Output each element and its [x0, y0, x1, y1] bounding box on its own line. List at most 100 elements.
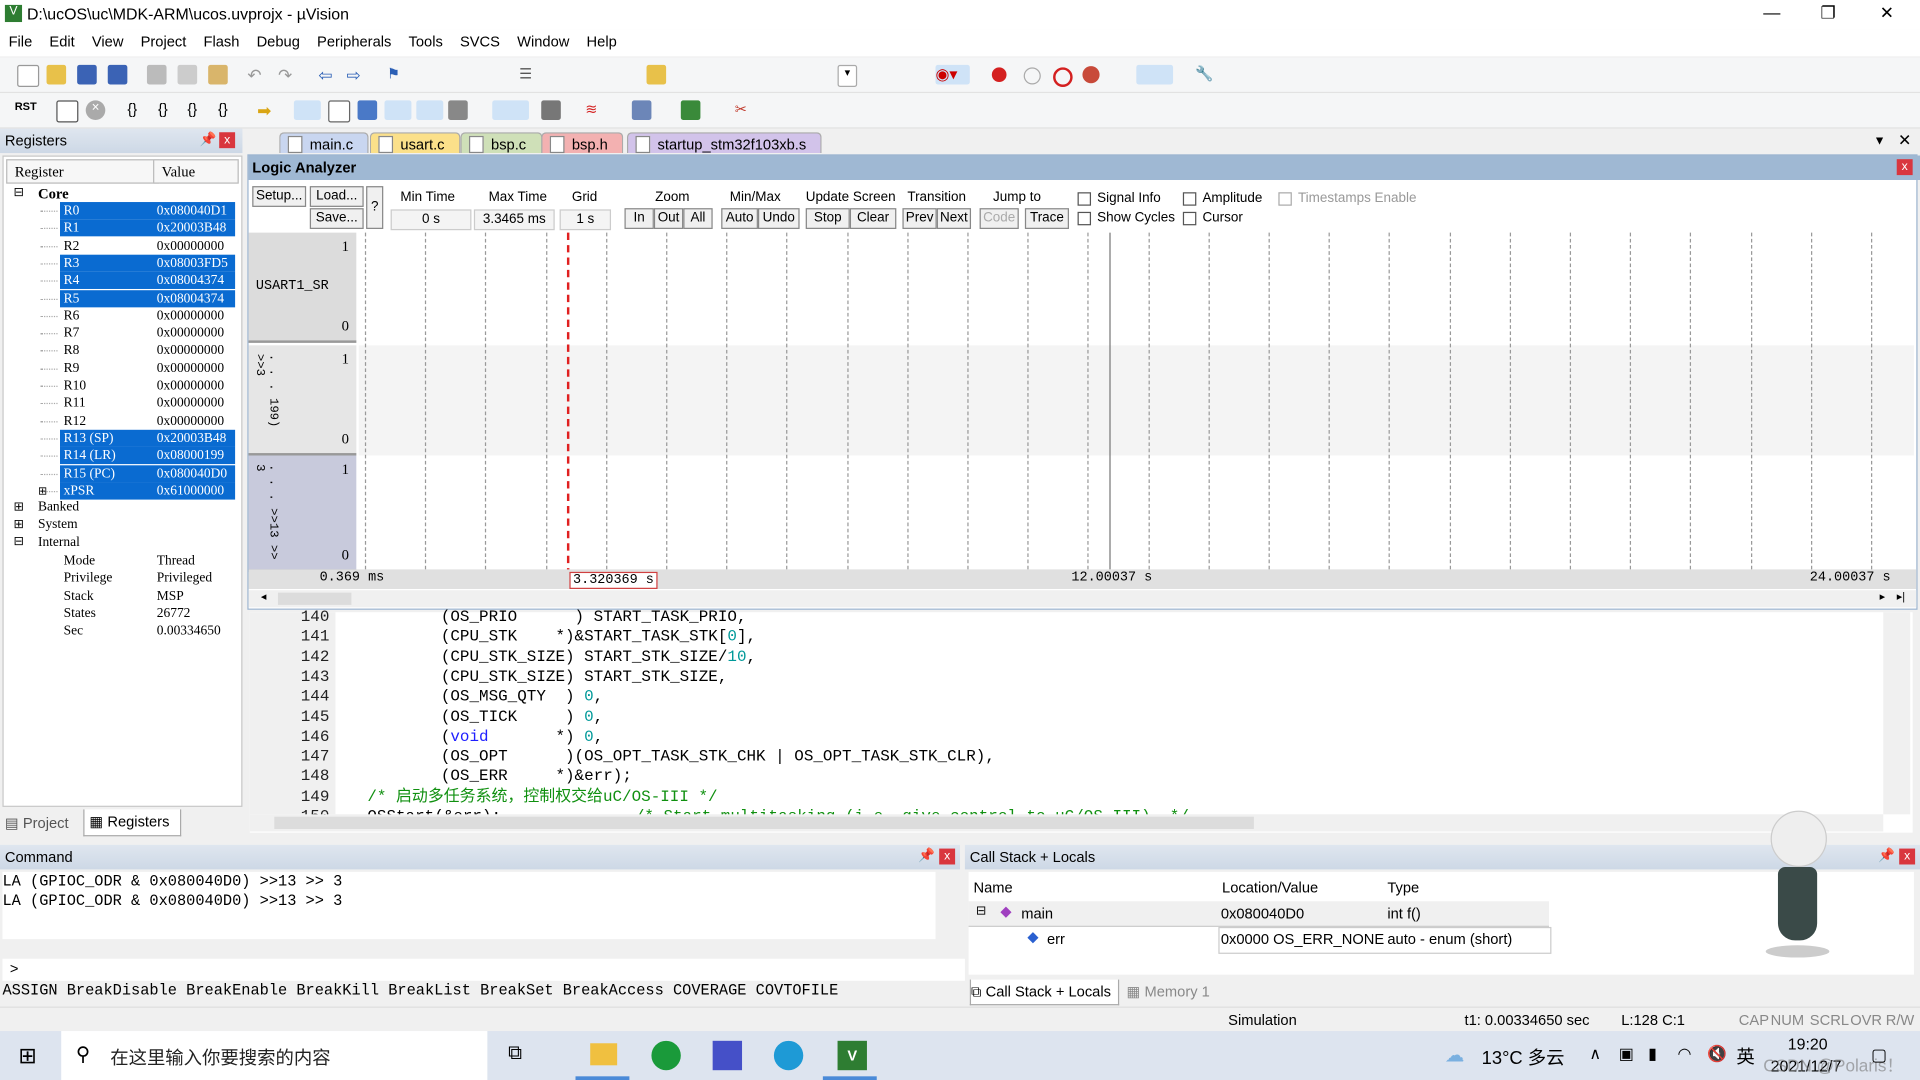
register-value[interactable]: 0x61000000: [157, 482, 224, 499]
register-value[interactable]: 0x00000000: [157, 342, 224, 359]
code-horizontal-scrollbar[interactable]: [249, 814, 1884, 832]
tray-chevron-icon[interactable]: ∧: [1589, 1044, 1601, 1064]
register-row[interactable]: xPSR 0x61000000 ⊞: [4, 482, 237, 500]
register-value[interactable]: 0x08000199: [157, 447, 224, 464]
system-viewer-icon[interactable]: [680, 100, 701, 121]
close-tab-icon[interactable]: ✕: [1898, 131, 1911, 151]
location-column-header[interactable]: Location/Value: [1222, 879, 1318, 896]
setup-button[interactable]: Setup...: [252, 186, 307, 207]
register-row[interactable]: R6 0x00000000: [4, 307, 237, 324]
jump-trace-button[interactable]: Trace: [1024, 208, 1069, 229]
code-editor[interactable]: 140 (OS_PRIO ) START_TASK_PRIO, 141 (CPU_ST…: [249, 607, 1913, 833]
breakpoint-enable-icon[interactable]: [1023, 67, 1041, 85]
register-value[interactable]: 0x00000000: [157, 360, 224, 377]
tab-project[interactable]: ▤ Project: [5, 811, 78, 835]
register-value[interactable]: 0x00000000: [157, 325, 224, 342]
register-row[interactable]: R7 0x00000000: [4, 325, 237, 342]
register-value[interactable]: 0x08004374: [157, 290, 224, 307]
stop-icon[interactable]: ×: [85, 100, 106, 121]
register-row[interactable]: R12 0x00000000: [4, 412, 237, 429]
indent-icon[interactable]: ☰: [519, 65, 539, 85]
disassembly-window-icon[interactable]: [328, 100, 351, 123]
serial-windows-icon[interactable]: [541, 100, 561, 121]
group-banked[interactable]: Banked: [38, 500, 79, 515]
tab-registers[interactable]: ▦ Registers: [83, 809, 182, 837]
tab-callstack[interactable]: ⧉ Call Stack + Locals: [969, 979, 1120, 1006]
save-icon[interactable]: [77, 64, 97, 85]
register-value[interactable]: 0x080040D1: [157, 202, 227, 219]
vertical-scrollbar[interactable]: [1883, 612, 1911, 815]
register-value[interactable]: 0x00000000: [157, 377, 224, 394]
register-row[interactable]: R14 (LR) 0x08000199: [4, 447, 237, 465]
collapse-icon[interactable]: ⊟: [13, 186, 23, 199]
expand-icon[interactable]: ⊞: [38, 482, 47, 499]
scroll-thumb[interactable]: [277, 592, 352, 605]
bookmark-icon[interactable]: ⚑: [387, 65, 407, 85]
collapse-icon[interactable]: ⊟: [13, 535, 23, 548]
next-button[interactable]: Next: [936, 208, 972, 229]
pin-icon[interactable]: 📌: [918, 847, 935, 864]
stop-button[interactable]: Stop: [805, 208, 850, 229]
show-next-statement-icon[interactable]: ➡: [257, 100, 277, 120]
internal-row[interactable]: Mode Thread: [4, 552, 237, 569]
window-layout-icon[interactable]: [1136, 64, 1174, 85]
register-value[interactable]: 0x08004374: [157, 272, 224, 289]
restore-button[interactable]: ❐: [1800, 2, 1856, 26]
menu-window[interactable]: Window: [509, 29, 578, 53]
signal-label[interactable]: 1 0 USART1_SR: [248, 232, 357, 343]
register-row[interactable]: R3 0x08003FD5: [4, 254, 237, 272]
trace-windows-icon[interactable]: [631, 100, 652, 121]
registers-window-icon[interactable]: [384, 100, 412, 121]
cursor-line[interactable]: [566, 232, 570, 576]
register-row[interactable]: R2 0x00000000: [4, 237, 237, 254]
register-row[interactable]: R9 0x00000000: [4, 360, 237, 377]
menu-debug[interactable]: Debug: [248, 29, 308, 53]
minimize-button[interactable]: —: [1744, 2, 1800, 26]
expand-icon[interactable]: ⊞: [13, 501, 23, 514]
configure-icon[interactable]: 🔧: [1195, 65, 1215, 85]
reset-icon[interactable]: RST: [15, 100, 39, 120]
internal-row[interactable]: Sec 0.00334650: [4, 622, 237, 639]
help-button[interactable]: ?: [366, 186, 384, 229]
editor-tab[interactable]: main.c: [279, 132, 369, 154]
zoom-in-button[interactable]: In: [624, 208, 654, 229]
taskbar-search-box[interactable]: ⚲ 在这里输入你要搜索的内容: [61, 1031, 488, 1080]
navigate-forward-icon[interactable]: ⇨: [347, 65, 367, 85]
menu-flash[interactable]: Flash: [195, 29, 248, 53]
toolbox-icon[interactable]: ✂: [735, 100, 755, 120]
register-row[interactable]: R13 (SP) 0x20003B48: [4, 429, 237, 447]
disable-breakpoints-icon[interactable]: [1053, 67, 1073, 87]
weather-text[interactable]: 13°C 多云: [1482, 1044, 1565, 1070]
register-value[interactable]: 0x00000000: [157, 237, 224, 254]
signal-info-checkbox[interactable]: [1077, 192, 1092, 206]
internal-row[interactable]: States 26772: [4, 605, 237, 622]
menu-file[interactable]: File: [0, 29, 41, 53]
file-explorer-icon[interactable]: [590, 1043, 618, 1066]
register-row[interactable]: R10 0x00000000: [4, 377, 237, 394]
xbox-icon[interactable]: [651, 1040, 681, 1071]
close-callstack-icon[interactable]: x: [1899, 848, 1916, 865]
analysis-windows-icon[interactable]: ≋: [585, 100, 605, 120]
register-row[interactable]: R1 0x20003B48: [4, 219, 237, 237]
collapse-icon[interactable]: ⊟: [976, 905, 986, 918]
find-dropdown[interactable]: ▾: [837, 64, 858, 87]
undo-button[interactable]: Undo: [757, 208, 800, 229]
run-to-cursor-icon[interactable]: {}: [218, 100, 238, 120]
copy-icon[interactable]: [177, 64, 198, 85]
signal-label[interactable]: 1 0 . . . 199) >>3: [248, 345, 357, 456]
watch-windows-icon[interactable]: [448, 100, 468, 121]
debug-session-icon[interactable]: ◉▾: [935, 64, 970, 85]
tab-memory[interactable]: ▦ Memory 1: [1127, 980, 1210, 1004]
jump-code-button[interactable]: Code: [979, 208, 1019, 229]
visual-studio-icon[interactable]: [712, 1040, 743, 1071]
find-in-files-icon[interactable]: [646, 64, 667, 85]
editor-tab[interactable]: bsp.c: [460, 132, 543, 154]
redo-icon[interactable]: ↷: [278, 65, 298, 85]
windows-start-icon[interactable]: ⊞: [18, 1043, 36, 1069]
auto-button[interactable]: Auto: [721, 208, 758, 229]
prev-button[interactable]: Prev: [902, 208, 937, 229]
task-view-icon[interactable]: ⧉: [508, 1043, 522, 1065]
signal-label[interactable]: 1 0 . . . >>13 >> 3: [248, 455, 357, 572]
menu-tools[interactable]: Tools: [400, 29, 451, 53]
weather-icon[interactable]: ☁: [1445, 1043, 1465, 1067]
